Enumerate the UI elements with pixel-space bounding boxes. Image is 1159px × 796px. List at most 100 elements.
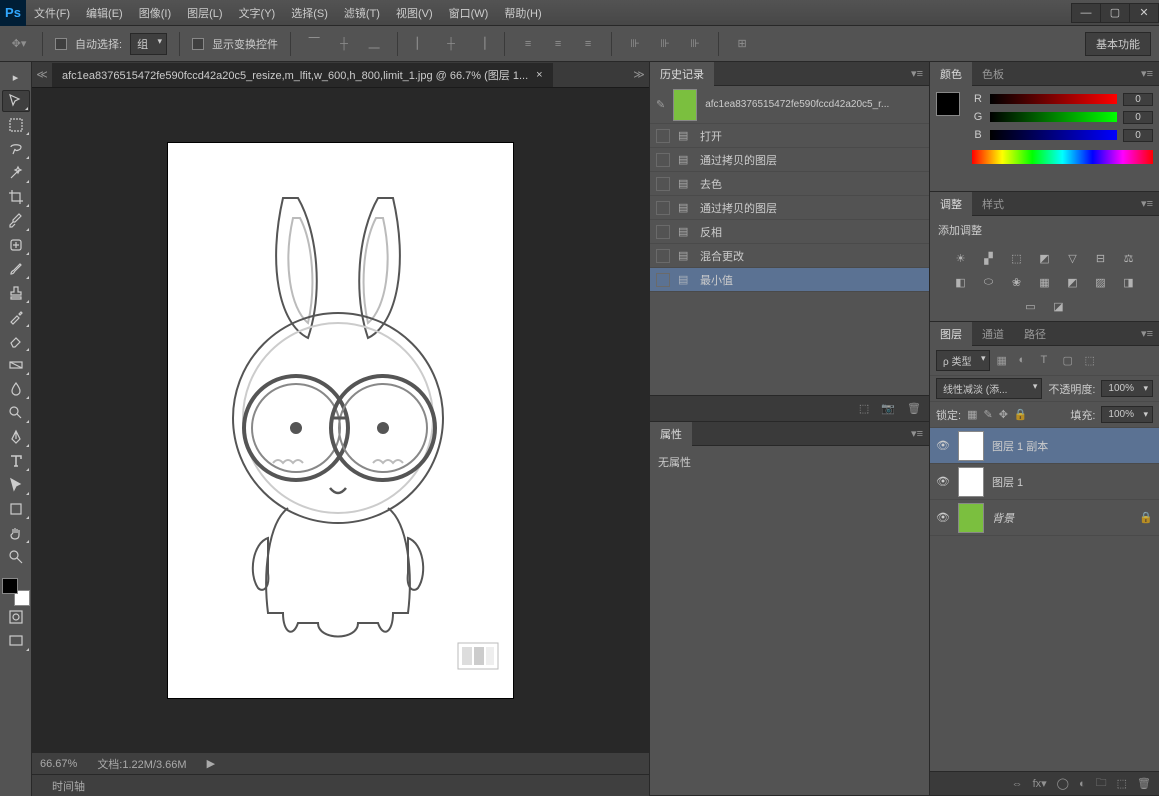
brightness-icon[interactable]: ☀	[951, 250, 971, 266]
vibrance-icon[interactable]: ▽	[1063, 250, 1083, 266]
menu-file[interactable]: 文件(F)	[26, 0, 78, 25]
tab-scroll-right-icon[interactable]: ≫	[629, 68, 649, 81]
snapshot-icon[interactable]: 📷	[881, 402, 895, 415]
balance-icon[interactable]: ⚖	[1119, 250, 1139, 266]
move-tool-preset-icon[interactable]: ✥▾	[8, 33, 30, 55]
crop-tool[interactable]	[2, 186, 30, 208]
distribute-h-icon-3[interactable]: ⊪	[684, 33, 706, 55]
quickmask-tool[interactable]	[2, 606, 30, 628]
layer-name[interactable]: 图层 1 副本	[992, 438, 1048, 454]
distribute-icon-2[interactable]: ≡	[547, 33, 569, 55]
panel-menu-icon[interactable]: ▾≡	[905, 427, 929, 440]
tab-color[interactable]: 颜色	[930, 62, 972, 86]
filter-shape-icon[interactable]: ▢	[1062, 354, 1078, 368]
timeline-panel[interactable]: 时间轴	[32, 774, 649, 796]
document-tab[interactable]: afc1ea8376515472fe590fccd42a20c5_resize,…	[52, 63, 553, 87]
shape-tool[interactable]	[2, 498, 30, 520]
show-transform-checkbox[interactable]	[192, 38, 204, 50]
lasso-tool[interactable]	[2, 138, 30, 160]
distribute-icon[interactable]: ≡	[517, 33, 539, 55]
levels-icon[interactable]: ▞	[979, 250, 999, 266]
align-bottom-icon[interactable]: ⎽	[363, 33, 385, 55]
collapse-icon[interactable]: ▸	[2, 66, 30, 88]
history-item[interactable]: ▤通过拷贝的图层	[650, 148, 929, 172]
history-item[interactable]: ▤混合更改	[650, 244, 929, 268]
marquee-tool[interactable]	[2, 114, 30, 136]
heal-tool[interactable]	[2, 234, 30, 256]
align-vcenter-icon[interactable]: ┼	[333, 33, 355, 55]
menu-view[interactable]: 视图(V)	[388, 0, 441, 25]
panel-menu-icon[interactable]: ▾≡	[1135, 67, 1159, 80]
zoom-level[interactable]: 66.67%	[40, 758, 77, 770]
photo-filter-icon[interactable]: ⬭	[979, 274, 999, 290]
invert-icon[interactable]: ◩	[1063, 274, 1083, 290]
filter-type-icon[interactable]: T	[1040, 354, 1056, 368]
history-checkbox[interactable]	[656, 129, 670, 143]
tab-history[interactable]: 历史记录	[650, 62, 714, 86]
tab-styles[interactable]: 样式	[972, 192, 1014, 216]
posterize-icon[interactable]: ▨	[1091, 274, 1111, 290]
history-item[interactable]: ▤最小值	[650, 268, 929, 292]
tab-layers[interactable]: 图层	[930, 322, 972, 346]
tab-properties[interactable]: 属性	[650, 422, 692, 446]
maximize-button[interactable]: ▢	[1100, 3, 1130, 23]
dodge-tool[interactable]	[2, 402, 30, 424]
exposure-icon[interactable]: ◩	[1035, 250, 1055, 266]
g-value[interactable]: 0	[1123, 111, 1153, 124]
history-checkbox[interactable]	[656, 249, 670, 263]
layer-row[interactable]: 👁 图层 1	[930, 464, 1159, 500]
tab-channels[interactable]: 通道	[972, 322, 1014, 346]
hue-strip[interactable]	[972, 150, 1153, 164]
hand-tool[interactable]	[2, 522, 30, 544]
history-item[interactable]: ▤去色	[650, 172, 929, 196]
menu-select[interactable]: 选择(S)	[283, 0, 336, 25]
lock-trans-icon[interactable]: ▦	[967, 408, 977, 421]
lock-all-icon[interactable]: 🔒	[1014, 408, 1028, 421]
history-brush-tool[interactable]	[2, 306, 30, 328]
align-right-icon[interactable]: ▕	[470, 33, 492, 55]
align-top-icon[interactable]: ⎺	[303, 33, 325, 55]
visibility-icon[interactable]: 👁	[936, 511, 950, 524]
blend-mode-dropdown[interactable]: 线性减淡 (添...	[936, 378, 1042, 399]
screenmode-tool[interactable]	[2, 630, 30, 652]
filter-pixel-icon[interactable]: ▦	[996, 354, 1012, 368]
history-checkbox[interactable]	[656, 153, 670, 167]
panel-menu-icon[interactable]: ▾≡	[1135, 327, 1159, 340]
r-slider[interactable]	[990, 94, 1117, 104]
history-checkbox[interactable]	[656, 225, 670, 239]
filter-kind-dropdown[interactable]: ρ 类型	[936, 350, 990, 371]
layer-name[interactable]: 图层 1	[992, 474, 1023, 490]
fill-value[interactable]: 100%	[1101, 406, 1153, 423]
visibility-icon[interactable]: 👁	[936, 475, 950, 488]
lookup-icon[interactable]: ▦	[1035, 274, 1055, 290]
selective-icon[interactable]: ◪	[1049, 298, 1069, 314]
lock-pixel-icon[interactable]: ✎	[983, 408, 992, 421]
b-value[interactable]: 0	[1123, 129, 1153, 142]
brush-tool[interactable]	[2, 258, 30, 280]
history-checkbox[interactable]	[656, 273, 670, 287]
trash-icon[interactable]: 🗑	[907, 402, 921, 415]
history-item[interactable]: ▤反相	[650, 220, 929, 244]
history-checkbox[interactable]	[656, 177, 670, 191]
group-icon[interactable]: 🗀	[1096, 774, 1107, 793]
auto-align-icon[interactable]: ⊞	[731, 33, 753, 55]
threshold-icon[interactable]: ◨	[1119, 274, 1139, 290]
menu-window[interactable]: 窗口(W)	[441, 0, 497, 25]
menu-filter[interactable]: 滤镜(T)	[336, 0, 388, 25]
menu-edit[interactable]: 编辑(E)	[78, 0, 131, 25]
align-left-icon[interactable]: ▏	[410, 33, 432, 55]
menu-layer[interactable]: 图层(L)	[179, 0, 230, 25]
auto-select-checkbox[interactable]	[55, 38, 67, 50]
adjustment-layer-icon[interactable]: ◐	[1079, 778, 1086, 790]
gradient-map-icon[interactable]: ▭	[1021, 298, 1041, 314]
delete-layer-icon[interactable]: 🗑	[1137, 777, 1151, 790]
history-checkbox[interactable]	[656, 201, 670, 215]
eraser-tool[interactable]	[2, 330, 30, 352]
blur-tool[interactable]	[2, 378, 30, 400]
tab-scroll-left-icon[interactable]: ≪	[32, 68, 52, 81]
fx-icon[interactable]: fx▾	[1033, 777, 1047, 790]
panel-menu-icon[interactable]: ▾≡	[1135, 197, 1159, 210]
g-slider[interactable]	[990, 112, 1117, 122]
wand-tool[interactable]	[2, 162, 30, 184]
r-value[interactable]: 0	[1123, 93, 1153, 106]
